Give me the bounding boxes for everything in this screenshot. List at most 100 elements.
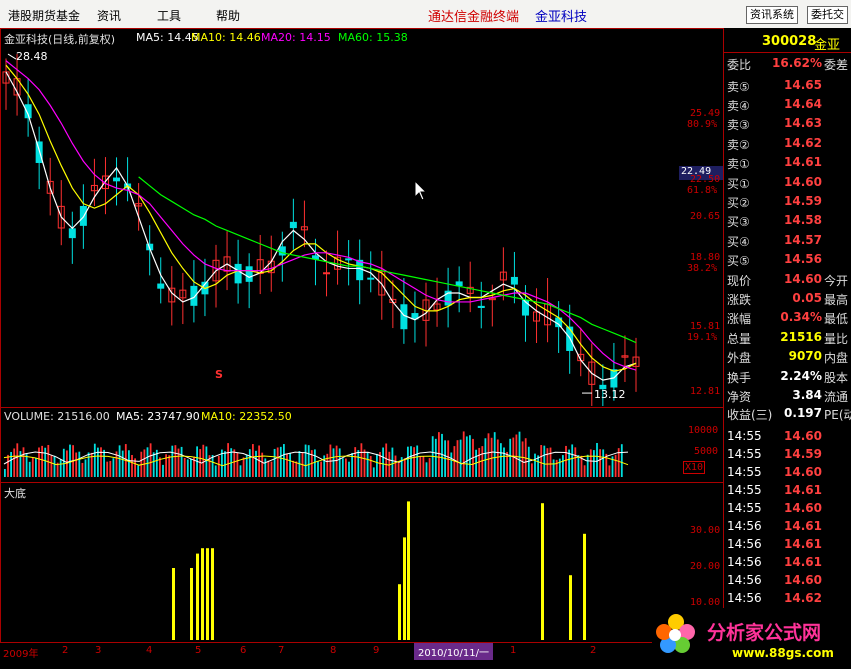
quote-row: 14:56 14.61 bbox=[724, 536, 851, 554]
indicator-bar bbox=[407, 501, 410, 640]
volume-bar bbox=[304, 444, 307, 477]
volume-bar bbox=[376, 453, 378, 477]
volume-bar bbox=[177, 448, 180, 477]
volume-bar bbox=[459, 439, 462, 477]
volume-bar bbox=[47, 444, 50, 477]
low-price-label: 13.12 bbox=[594, 388, 626, 401]
volume-bar bbox=[620, 444, 623, 477]
volume-bar bbox=[289, 452, 291, 477]
quote-row-label: 14:55 bbox=[727, 501, 762, 515]
quote-row-label: 卖① bbox=[727, 156, 750, 171]
quote-row-label: 涨跌 bbox=[727, 293, 752, 308]
volume-bar bbox=[534, 453, 536, 477]
stock-name: 金亚 bbox=[814, 38, 841, 53]
volume-bar bbox=[496, 439, 499, 477]
watermark-logo: 分析家公式网 www.88gs.com bbox=[652, 608, 851, 669]
quote-row-value: 14.56 bbox=[784, 251, 822, 266]
quote-row-label: 卖⑤ bbox=[727, 80, 750, 94]
volume-bar bbox=[413, 447, 415, 477]
volume-bar bbox=[270, 461, 273, 477]
candle-body bbox=[113, 177, 121, 182]
quote-row-value: 14.60 bbox=[784, 175, 822, 189]
quote-row-label: 净资 bbox=[727, 389, 752, 404]
fib-percent-label: 19.1% bbox=[687, 332, 718, 343]
indicator-bar bbox=[206, 548, 209, 640]
volume-bar bbox=[233, 449, 236, 477]
quote-row-value: 14.60 bbox=[784, 465, 822, 479]
quote-row: 买④ 14.57 bbox=[724, 232, 851, 250]
indicator-bar bbox=[172, 568, 175, 640]
volume-bar bbox=[509, 438, 512, 477]
volume-bar bbox=[357, 450, 360, 477]
cursor-date-tag: 2010/10/11/一 bbox=[414, 643, 494, 660]
volume-bar bbox=[295, 461, 298, 477]
quote-row-value: 14.58 bbox=[784, 213, 822, 228]
menu-news[interactable]: 资讯 bbox=[97, 7, 121, 24]
logo-text: 分析家公式网 bbox=[707, 622, 822, 644]
volume-bar bbox=[279, 446, 282, 477]
quote-header: 300028 金亚 bbox=[724, 32, 851, 53]
quote-row: 买③ 14.58 bbox=[724, 212, 851, 230]
quote-row-right-label: PE(动) bbox=[824, 408, 851, 422]
candle-body bbox=[510, 276, 518, 285]
volume-bar bbox=[369, 456, 372, 477]
volume-bar bbox=[366, 452, 369, 477]
volume-bar bbox=[391, 447, 394, 477]
volume-bar bbox=[500, 443, 502, 477]
quote-row: 现价 14.60 今开 bbox=[724, 271, 851, 289]
quote-row-label: 14:56 bbox=[727, 555, 762, 569]
volume-bar bbox=[552, 459, 555, 477]
ind-axis-30: 30.00 bbox=[690, 525, 721, 536]
quote-row-right-label: 今开 bbox=[824, 274, 849, 288]
volume-bar bbox=[372, 467, 375, 477]
news-system-button[interactable]: 资讯系统 bbox=[746, 6, 798, 24]
price-axis-label: 18.80 bbox=[690, 252, 721, 263]
weibi-value: 16.62% bbox=[772, 56, 822, 70]
quote-row-value: 14.62 bbox=[784, 591, 822, 605]
volume-bar bbox=[171, 445, 174, 477]
volume-bar bbox=[462, 431, 465, 477]
volume-bar bbox=[438, 432, 440, 477]
price-chart[interactable] bbox=[0, 44, 680, 406]
date-label: 4 bbox=[146, 645, 153, 656]
date-label: 6 bbox=[240, 645, 247, 656]
candle-body bbox=[157, 283, 165, 289]
indicator-bar bbox=[398, 584, 401, 640]
volume-bar bbox=[109, 460, 112, 477]
menu-help[interactable]: 帮助 bbox=[216, 7, 240, 24]
volume-bar bbox=[137, 465, 140, 477]
volume-bar bbox=[407, 446, 409, 477]
quote-row-value: 3.84 bbox=[792, 387, 822, 402]
volume-bar bbox=[434, 438, 437, 477]
candle-body bbox=[455, 281, 463, 287]
volume-bar bbox=[481, 446, 484, 477]
indicator-bar bbox=[196, 553, 199, 640]
volume-bar bbox=[608, 465, 611, 477]
weicha-label: 委差 bbox=[824, 58, 849, 72]
trade-button[interactable]: 委托交 bbox=[807, 6, 848, 24]
quote-row-label: 换手 bbox=[727, 371, 752, 385]
mouse-cursor-icon bbox=[414, 180, 428, 201]
volume-bar bbox=[571, 444, 574, 477]
volume-bar bbox=[599, 449, 601, 477]
volume-bar bbox=[450, 452, 453, 477]
quote-row-label: 买⑤ bbox=[727, 253, 750, 268]
quote-row-label: 14:56 bbox=[727, 591, 762, 605]
date-label: 8 bbox=[330, 645, 337, 656]
price-axis-label: 22.50 bbox=[690, 174, 721, 185]
sell-marker: S bbox=[215, 368, 223, 381]
high-arrow-icon bbox=[7, 53, 17, 60]
menu-hk-futures-funds[interactable]: 港股期货基金 bbox=[8, 7, 80, 24]
quote-row: 14:55 14.59 bbox=[724, 446, 851, 464]
volume-bar bbox=[224, 451, 226, 477]
vol-axis-10000: 10000 bbox=[688, 425, 719, 436]
menu-tools[interactable]: 工具 bbox=[157, 7, 181, 24]
quote-sidebar: 300028 金亚 委比 16.62% 委差 卖⑤ 14.65 卖④ 14.64 卖③ 1… bbox=[723, 28, 851, 669]
volume-bar bbox=[593, 450, 595, 477]
volume-bar bbox=[267, 460, 270, 477]
volume-bar bbox=[555, 459, 558, 477]
volume-bar bbox=[425, 462, 428, 477]
price-axis-label: 15.81 bbox=[690, 321, 721, 332]
volume-bar bbox=[159, 457, 161, 477]
quote-row: 买⑤ 14.56 bbox=[724, 251, 851, 269]
